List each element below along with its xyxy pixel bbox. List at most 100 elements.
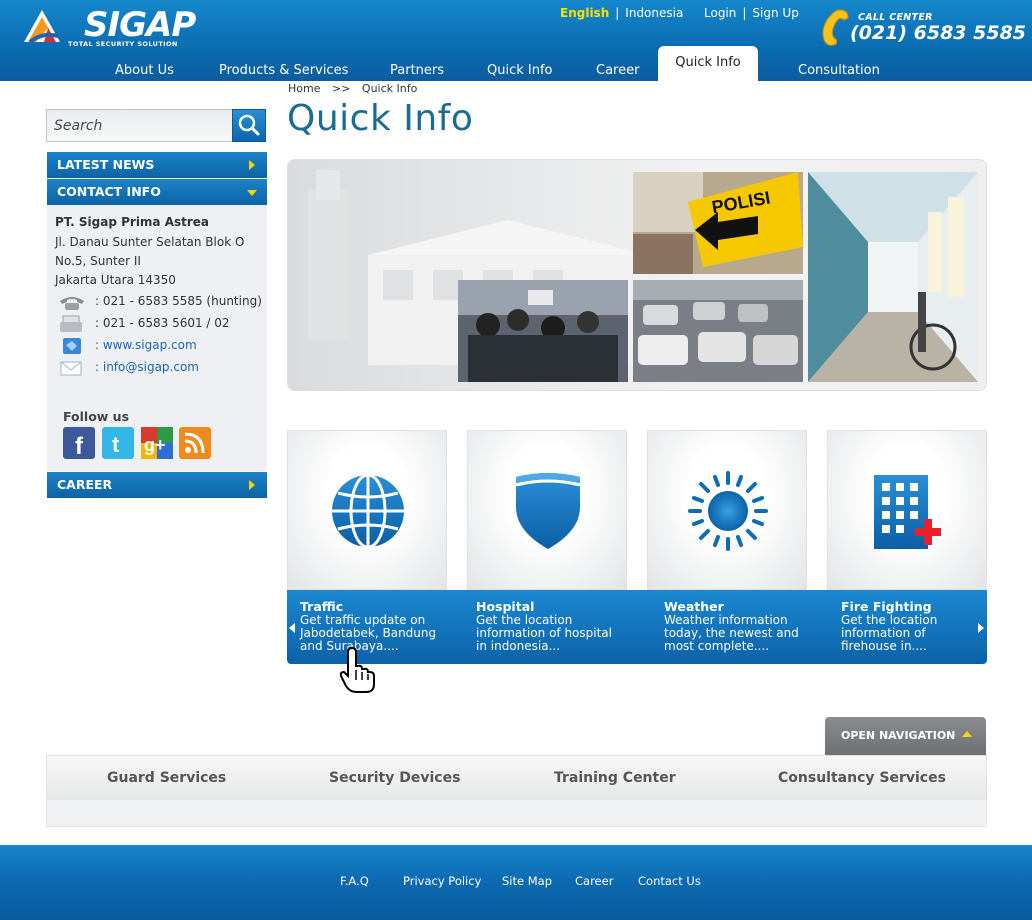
traffic-jam-photo	[633, 280, 803, 382]
nav-career[interactable]: Career	[596, 63, 639, 78]
company-name: PT. Sigap Prima Astrea	[55, 215, 210, 229]
search-icon	[238, 114, 260, 136]
fax-number: : 021 - 6583 5601 / 02	[95, 316, 230, 330]
info-title: Hospital	[476, 599, 535, 614]
email-link[interactable]: : info@sigap.com	[95, 360, 199, 374]
card-hospital[interactable]	[467, 430, 627, 590]
nav-about-us[interactable]: About Us	[115, 63, 174, 78]
crowd-protest-photo	[458, 280, 628, 382]
separator: |	[742, 6, 747, 20]
lang-english-link[interactable]: English	[560, 6, 609, 20]
hero-banner: POLISI	[287, 159, 987, 391]
carousel-prev-arrow[interactable]	[289, 623, 295, 633]
login-link[interactable]: Login	[704, 6, 736, 20]
footer-contact-us[interactable]: Contact Us	[638, 874, 701, 888]
rss-icon[interactable]	[179, 427, 211, 459]
footnav-training-center[interactable]: Training Center	[554, 770, 676, 786]
sigap-logo[interactable]: SIGAP TOTAL SECURITY SOLUTION	[20, 6, 205, 48]
follow-us-label: Follow us	[63, 409, 130, 424]
info-weather[interactable]: Weather Weather information today, the n…	[664, 600, 824, 653]
facebook-icon[interactable]: f	[63, 427, 95, 460]
twitter-glyph-icon: t	[112, 432, 120, 457]
police-sign-photo: POLISI	[633, 172, 803, 274]
police-sign-image: POLISI	[633, 172, 803, 274]
breadcrumb-current: Quick Info	[361, 82, 418, 95]
nav-consultation[interactable]: Consultation	[798, 63, 880, 78]
address-line: No.5, Sunter II	[55, 254, 141, 268]
contact-fax: : 021 - 6583 5601 / 02	[57, 315, 265, 333]
info-desc-line: in indonesia...	[476, 639, 561, 653]
info-traffic[interactable]: Traffic Get traffic update on Jabodetabe…	[300, 600, 460, 653]
sidebar-latest-news[interactable]: LATEST NEWS	[47, 152, 267, 178]
footer-privacy-policy[interactable]: Privacy Policy	[403, 874, 481, 888]
nav-partners[interactable]: Partners	[390, 63, 444, 78]
sidebar-career[interactable]: CAREER	[47, 472, 267, 498]
footnav-guard-services[interactable]: Guard Services	[107, 770, 226, 786]
info-title: Traffic	[300, 599, 344, 614]
call-center[interactable]: CALL CENTER (021) 6583 5585	[818, 8, 1026, 48]
separator: |	[615, 6, 620, 20]
globe-icon	[332, 473, 404, 549]
open-navigation-label: OPEN NAVIGATION	[841, 729, 956, 742]
page-title: Quick Info	[287, 98, 474, 139]
twitter-icon[interactable]: t	[102, 427, 134, 459]
site-header: SIGAP TOTAL SECURITY SOLUTION English | In…	[0, 0, 1032, 81]
envelope-icon	[60, 361, 82, 376]
footer-site-map[interactable]: Site Map	[502, 874, 552, 888]
website-link[interactable]: : www.sigap.com	[95, 338, 197, 352]
sidebar-item-label: CAREER	[57, 477, 113, 492]
footnav-security-devices[interactable]: Security Devices	[329, 770, 460, 786]
language-switcher: English | Indonesia	[560, 6, 683, 20]
carousel-next-arrow[interactable]	[978, 623, 984, 633]
lang-indonesia-link[interactable]: Indonesia	[625, 6, 683, 20]
contact-phone: : 021 - 6583 5585 (hunting)	[57, 293, 265, 311]
card-traffic[interactable]	[287, 430, 447, 590]
search-button[interactable]	[232, 109, 266, 142]
card-fire-fighting[interactable]	[827, 430, 987, 590]
shield-icon	[515, 473, 581, 549]
info-title: Fire Fighting	[841, 599, 932, 614]
sidebar-contact-info[interactable]: CONTACT INFO	[47, 179, 267, 205]
auth-links: Login | Sign Up	[704, 6, 799, 20]
nav-products-services[interactable]: Products & Services	[219, 63, 348, 78]
card-weather[interactable]	[647, 430, 807, 590]
search-input[interactable]	[46, 109, 232, 142]
building-plus-icon	[874, 475, 941, 549]
address-line: Jl. Danau Sunter Selatan Blok O	[55, 235, 245, 249]
services-footer-nav: Guard Services Security Devices Training…	[46, 755, 987, 827]
address-line: Jakarta Utara 14350	[55, 273, 176, 287]
breadcrumb-separator: >>	[331, 82, 351, 95]
telephone-icon	[60, 297, 84, 310]
breadcrumb-home[interactable]: Home	[288, 82, 320, 95]
sidebar-item-label: CONTACT INFO	[57, 184, 161, 199]
sun-icon	[688, 471, 768, 551]
footer-faq[interactable]: F.A.Q	[340, 874, 369, 888]
signup-link[interactable]: Sign Up	[752, 6, 798, 20]
crowd-protest-image	[458, 280, 628, 382]
chevron-right-icon	[249, 160, 255, 170]
hospital-corridor-image	[808, 172, 978, 382]
info-hospital[interactable]: Hospital Get the location information of…	[476, 600, 636, 653]
footnav-consultancy-services[interactable]: Consultancy Services	[778, 770, 946, 786]
google-plus-glyph-icon: g+	[141, 427, 173, 459]
contact-email: : info@sigap.com	[57, 359, 265, 377]
info-desc-line: most complete....	[664, 639, 770, 653]
fax-icon	[60, 315, 82, 332]
breadcrumb: Home >> Quick Info	[288, 82, 425, 95]
call-center-number: (021) 6583 5585	[850, 22, 1027, 44]
footer-career[interactable]: Career	[575, 874, 613, 888]
svg-text:f: f	[75, 433, 84, 459]
phone-handset-icon	[822, 9, 849, 46]
open-navigation-button[interactable]: OPEN NAVIGATION	[825, 717, 986, 755]
svg-text:g+: g+	[144, 435, 166, 455]
google-plus-icon[interactable]: g+	[141, 427, 173, 459]
nav-quick-info[interactable]: Quick Info	[487, 63, 553, 78]
logo-text: SIGAP	[84, 5, 196, 45]
nav-quick-info-active-tab[interactable]: Quick Info	[658, 46, 758, 81]
info-fire-fighting[interactable]: Fire Fighting Get the location informati…	[841, 600, 1001, 653]
hospital-corridor-photo	[808, 172, 978, 382]
quick-info-cards: Traffic Get traffic update on Jabodetabe…	[287, 430, 987, 665]
chevron-down-icon	[247, 190, 257, 196]
traffic-jam-image	[633, 280, 803, 382]
info-desc-line: firehouse in....	[841, 639, 927, 653]
